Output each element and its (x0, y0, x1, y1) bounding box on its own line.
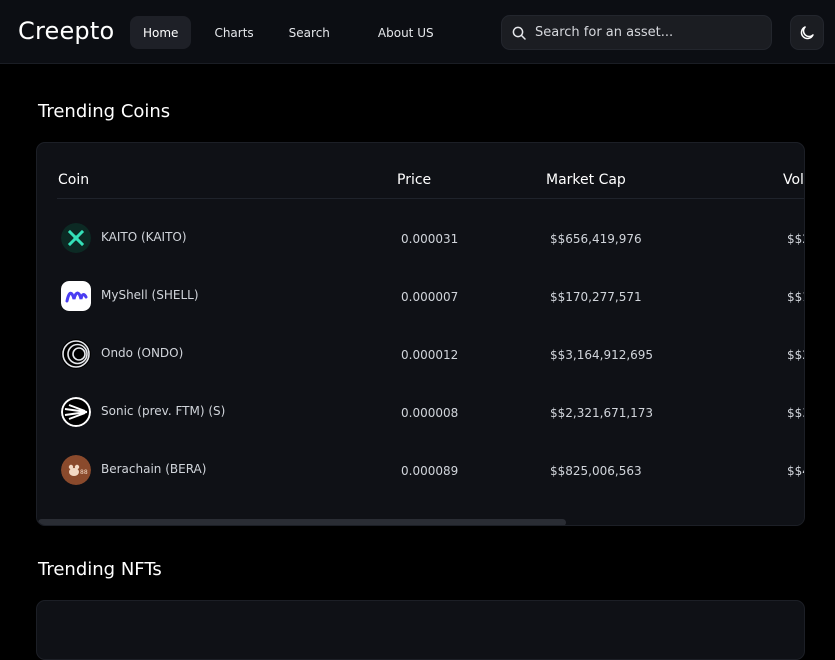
coin-volume: $$1 (787, 290, 804, 304)
column-header-volume: Vol (783, 172, 804, 188)
coin-price: 0.000008 (401, 406, 459, 420)
berachain-logo-icon: 88 (61, 455, 91, 485)
nav-about[interactable]: About US (365, 16, 447, 49)
table-row[interactable]: KAITO (KAITO) 0.000031 $$656,419,976 $$2 (57, 219, 804, 259)
trending-coins-title: Trending Coins (38, 101, 171, 122)
coin-volume: $$2 (787, 348, 804, 362)
search-box[interactable] (501, 15, 772, 50)
coin-volume: $$2 (787, 232, 804, 246)
column-header-market-cap: Market Cap (546, 172, 626, 188)
coin-name: Berachain (BERA) (101, 462, 207, 476)
coin-volume: $$4 (787, 464, 804, 478)
coin-price: 0.000012 (401, 348, 459, 362)
nav-home[interactable]: Home (130, 16, 192, 49)
column-header-price: Price (397, 172, 432, 188)
table-row[interactable]: Ondo (ONDO) 0.000012 $$3,164,912,695 $$2 (57, 335, 804, 375)
nav-search[interactable]: Search (276, 16, 343, 49)
coin-price: 0.000089 (401, 464, 459, 478)
table-row[interactable]: 88 Berachain (BERA) 0.000089 $$825,006,5… (57, 451, 804, 491)
horizontal-scrollbar[interactable] (37, 518, 804, 525)
coin-market-cap: $$825,006,563 (550, 464, 642, 478)
coin-price: 0.000031 (401, 232, 459, 246)
sonic-logo-icon (61, 397, 91, 427)
search-icon (512, 26, 526, 40)
brand-logo[interactable]: Creepto (18, 17, 114, 45)
table-row[interactable]: MyShell (SHELL) 0.000007 $$170,277,571 $… (57, 277, 804, 317)
coin-name: Ondo (ONDO) (101, 346, 184, 360)
kaito-logo-icon (61, 223, 91, 253)
coin-market-cap: $$656,419,976 (550, 232, 642, 246)
table-row[interactable]: Sonic (prev. FTM) (S) 0.000008 $$2,321,6… (57, 393, 804, 433)
coin-name: KAITO (KAITO) (101, 230, 187, 244)
search-input[interactable] (533, 24, 753, 41)
coin-market-cap: $$170,277,571 (550, 290, 642, 304)
ondo-logo-icon (61, 339, 91, 369)
trending-nfts-title: Trending NFTs (38, 559, 162, 580)
trending-nfts-table (36, 600, 805, 660)
coin-market-cap: $$3,164,912,695 (550, 348, 654, 362)
coin-name: MyShell (SHELL) (101, 288, 199, 302)
navbar: Creepto Home Charts Search About US (0, 0, 835, 64)
table-header: Coin Price Market Cap Vol (57, 143, 804, 199)
coin-volume: $$3 (787, 406, 804, 420)
trending-coins-table: Coin Price Market Cap Vol KAITO (KAITO) … (36, 142, 805, 526)
main-nav: Home Charts Search About US (130, 16, 457, 49)
moon-icon (800, 25, 814, 39)
theme-toggle-button[interactable] (790, 15, 824, 50)
coin-name: Sonic (prev. FTM) (S) (101, 404, 226, 418)
coin-market-cap: $$2,321,671,173 (550, 406, 654, 420)
svg-text:88: 88 (80, 469, 88, 476)
coin-price: 0.000007 (401, 290, 459, 304)
scrollbar-thumb[interactable] (38, 519, 566, 525)
nav-charts[interactable]: Charts (201, 16, 266, 49)
column-header-coin: Coin (58, 172, 90, 188)
myshell-logo-icon (61, 281, 91, 311)
